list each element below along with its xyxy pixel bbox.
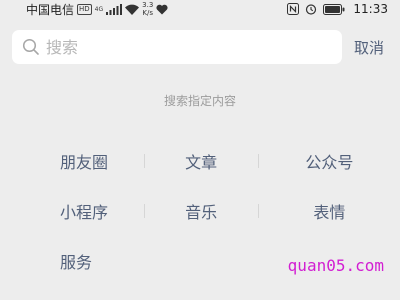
network-type-label: 4G bbox=[94, 5, 104, 13]
status-bar: 中国电信 HD 4G 3.3 K/s 11:33 bbox=[0, 0, 400, 18]
carrier-label: 中国电信 bbox=[26, 2, 75, 17]
search-hint: 搜索指定内容 bbox=[163, 94, 236, 108]
category-music[interactable]: 音乐 bbox=[185, 199, 217, 223]
search-input[interactable] bbox=[46, 37, 326, 57]
signal-icon bbox=[106, 3, 123, 15]
watermark: quan05.com bbox=[287, 256, 384, 275]
category-stickers[interactable]: 表情 bbox=[313, 199, 345, 223]
category-mini-programs[interactable]: 小程序 bbox=[60, 199, 108, 223]
cancel-button[interactable]: 取消 bbox=[354, 37, 384, 58]
category-services[interactable]: 服务 bbox=[60, 249, 92, 273]
heart-icon bbox=[156, 4, 168, 15]
search-box[interactable] bbox=[12, 30, 342, 64]
search-icon bbox=[22, 38, 40, 56]
hd-badge: HD bbox=[77, 3, 92, 15]
category-articles[interactable]: 文章 bbox=[185, 149, 217, 173]
speed-unit: K/s bbox=[142, 9, 154, 17]
speed-value: 3.3 bbox=[142, 1, 154, 9]
battery-icon bbox=[323, 3, 345, 15]
nfc-icon bbox=[287, 3, 300, 15]
category-row: 朋友圈 文章 公众号 bbox=[0, 136, 400, 186]
alarm-icon bbox=[305, 3, 317, 15]
category-official-accounts[interactable]: 公众号 bbox=[305, 149, 353, 173]
category-moments[interactable]: 朋友圈 bbox=[60, 149, 108, 173]
search-row: 取消 bbox=[12, 30, 396, 64]
wifi-icon bbox=[125, 4, 140, 15]
network-type: 4G bbox=[95, 6, 103, 13]
category-row: 小程序 音乐 表情 bbox=[0, 186, 400, 236]
network-speed: 3.3 K/s bbox=[142, 1, 153, 17]
clock-time: 11:33 bbox=[353, 2, 388, 16]
